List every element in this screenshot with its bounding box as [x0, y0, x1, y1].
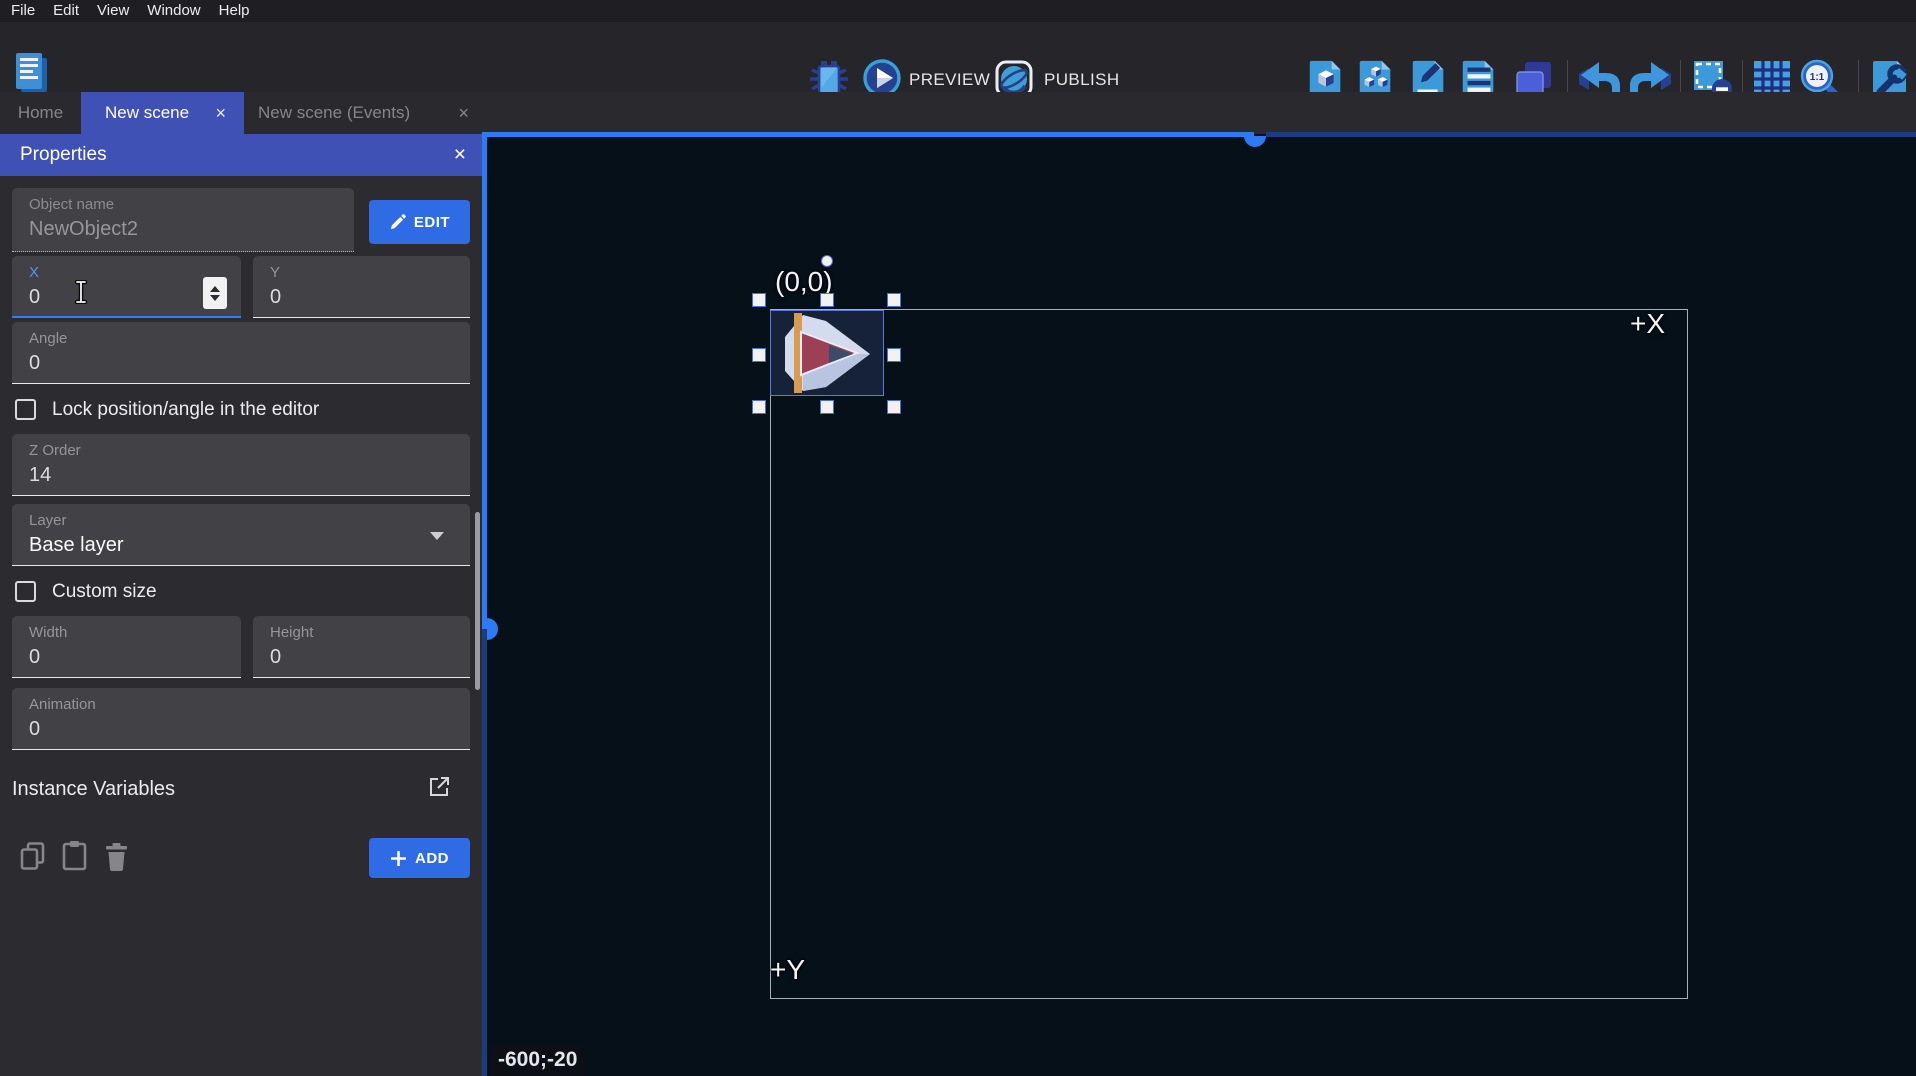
resize-handle-s[interactable] [820, 400, 834, 414]
close-icon[interactable]: × [454, 143, 466, 167]
canvas-hscrollbar[interactable] [482, 132, 1254, 137]
panel-title: Properties [20, 144, 107, 166]
axis-x-label: +X [1630, 308, 1665, 340]
preview-button[interactable]: PREVIEW [909, 70, 990, 90]
open-in-new-icon[interactable] [426, 774, 452, 800]
z-order-input[interactable] [29, 464, 350, 487]
x-spinner[interactable] [203, 277, 227, 309]
layer-value: Base layer [29, 534, 350, 557]
edit-button-label: EDIT [414, 214, 450, 231]
width-field[interactable]: Width [12, 616, 241, 678]
delete-icon[interactable] [104, 842, 129, 871]
animation-label: Animation [29, 696, 96, 713]
editor-tabs: Home New scene × New scene (Events) × [0, 92, 1916, 134]
angle-input[interactable] [29, 352, 350, 375]
add-button-label: ADD [415, 850, 449, 867]
copy-icon[interactable] [20, 842, 47, 871]
pencil-icon [389, 214, 406, 231]
chevron-down-icon[interactable] [430, 532, 444, 540]
height-input[interactable] [270, 646, 422, 669]
rotate-handle[interactable] [821, 255, 833, 267]
resize-handle-e[interactable] [887, 348, 901, 362]
angle-field-label: Angle [29, 330, 67, 347]
resize-handle-n[interactable] [820, 293, 834, 307]
toolbar-divider [1742, 60, 1743, 96]
custom-size-checkbox[interactable] [15, 581, 36, 602]
menu-bar: File Edit View Window Help [0, 0, 1916, 22]
gdevelop-window: File Edit View Window Help [0, 0, 1916, 1076]
text-cursor [74, 280, 88, 304]
properties-panel-header: Properties × [0, 134, 482, 176]
animation-input[interactable] [29, 718, 350, 741]
project-manager-icon[interactable] [12, 50, 52, 96]
instance-variables-title: Instance Variables [12, 778, 175, 801]
paste-icon[interactable] [61, 840, 88, 871]
resize-handle-nw[interactable] [752, 293, 766, 307]
animation-field[interactable]: Animation [12, 688, 470, 750]
resize-handle-w[interactable] [752, 348, 766, 362]
spaceship-sprite[interactable] [771, 311, 883, 395]
spinner-down-arrow[interactable] [210, 295, 220, 301]
width-label: Width [29, 624, 67, 641]
lock-position-label: Lock position/angle in the editor [52, 399, 319, 421]
custom-size-label: Custom size [52, 581, 157, 603]
main-toolbar: PREVIEW PUBLISH [0, 22, 1916, 92]
width-input[interactable] [29, 646, 189, 669]
add-variable-button[interactable]: ADD [369, 838, 470, 878]
resize-handle-sw[interactable] [752, 400, 766, 414]
toolbar-divider [1680, 60, 1681, 96]
cursor-coordinates: -600;-20 [490, 1044, 585, 1076]
menu-file[interactable]: File [2, 0, 44, 22]
resize-handle-ne[interactable] [887, 293, 901, 307]
object-name-field: Object name NewObject2 [12, 188, 354, 252]
layer-select[interactable]: Layer Base layer [12, 504, 470, 566]
layer-label: Layer [29, 512, 67, 529]
y-field-label: Y [270, 264, 280, 281]
y-input[interactable] [270, 286, 422, 309]
vscrollbar-knob[interactable] [487, 618, 498, 640]
z-order-field[interactable]: Z Order [12, 434, 470, 496]
publish-button[interactable]: PUBLISH [1044, 70, 1120, 90]
canvas-hscrollbar-track[interactable] [1266, 132, 1916, 137]
canvas-vscrollbar-track[interactable] [482, 629, 487, 1076]
axis-y-label: +Y [770, 954, 805, 986]
tab-new-scene-events[interactable]: New scene (Events) × [244, 92, 487, 134]
panel-scrollbar[interactable] [475, 512, 480, 690]
tab-new-scene-events-label: New scene (Events) [258, 103, 410, 123]
angle-field[interactable]: Angle [12, 322, 470, 384]
height-label: Height [270, 624, 313, 641]
tab-home-label: Home [18, 103, 63, 123]
tab-home[interactable]: Home [0, 92, 81, 134]
object-name-value: NewObject2 [29, 218, 268, 241]
y-field[interactable]: Y [253, 256, 470, 318]
object-name-label: Object name [29, 196, 114, 213]
menu-edit[interactable]: Edit [44, 0, 88, 22]
canvas-vscrollbar[interactable] [482, 137, 487, 629]
lock-position-checkbox[interactable] [15, 399, 36, 420]
game-window-border [770, 309, 1688, 999]
tab-close-icon[interactable]: × [211, 103, 230, 124]
svg-text:1:1: 1:1 [1810, 72, 1825, 83]
tab-new-scene[interactable]: New scene × [81, 92, 244, 134]
x-input[interactable] [29, 286, 169, 309]
hscrollbar-knob[interactable] [1244, 136, 1266, 147]
resize-handle-se[interactable] [887, 400, 901, 414]
menu-window[interactable]: Window [138, 0, 209, 22]
tab-close-icon[interactable]: × [454, 103, 473, 124]
height-field[interactable]: Height [253, 616, 470, 678]
menu-view[interactable]: View [88, 0, 138, 22]
menu-help[interactable]: Help [210, 0, 259, 22]
x-field[interactable]: X [12, 256, 241, 318]
toolbar-divider [1567, 60, 1568, 96]
tab-new-scene-label: New scene [105, 103, 189, 123]
x-field-label: X [29, 264, 39, 281]
edit-button[interactable]: EDIT [369, 200, 470, 244]
toolbar-divider [1858, 60, 1859, 96]
plus-icon [390, 850, 407, 867]
spinner-up-arrow[interactable] [210, 286, 220, 292]
z-order-label: Z Order [29, 442, 81, 459]
